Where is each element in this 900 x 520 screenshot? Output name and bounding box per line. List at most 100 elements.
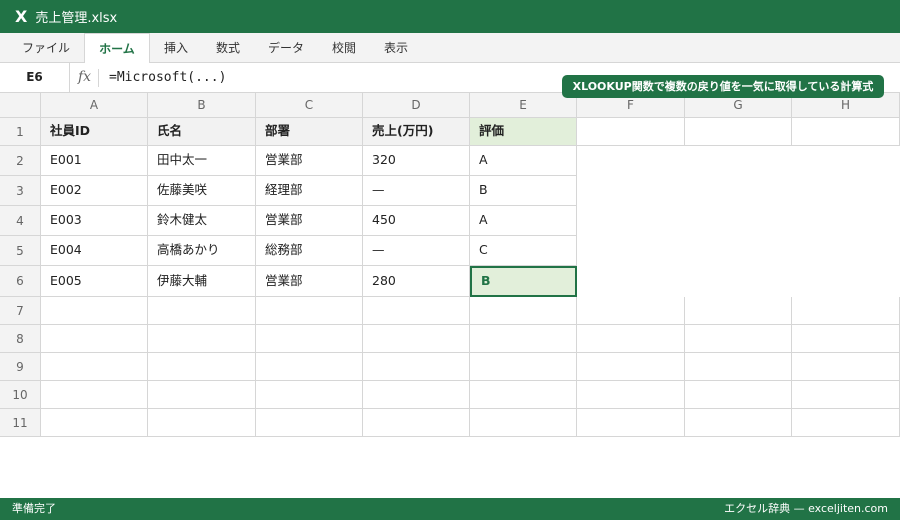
row-header-7[interactable]: 7 xyxy=(0,297,41,325)
empty-cell[interactable] xyxy=(577,325,685,353)
column-header-a[interactable]: A xyxy=(41,93,148,118)
empty-cell[interactable] xyxy=(148,325,256,353)
empty-cell[interactable] xyxy=(470,325,577,353)
empty-cell[interactable] xyxy=(685,353,792,381)
empty-cell[interactable] xyxy=(148,353,256,381)
empty-cell[interactable] xyxy=(685,381,792,409)
empty-cell[interactable] xyxy=(148,409,256,437)
function-icon[interactable]: fx xyxy=(78,63,91,92)
empty-cell[interactable] xyxy=(363,297,470,325)
header-cell-a[interactable]: 社員ID xyxy=(41,118,148,146)
data-cell[interactable]: E001 xyxy=(41,146,148,176)
empty-cell[interactable] xyxy=(256,353,363,381)
empty-cell[interactable] xyxy=(41,297,148,325)
data-cell[interactable]: 高橋あかり xyxy=(148,236,256,266)
column-header-e[interactable]: E xyxy=(470,93,577,118)
data-cell[interactable]: 450 xyxy=(363,206,470,236)
name-box[interactable]: E6 xyxy=(0,63,70,92)
cell-g1[interactable] xyxy=(685,118,792,146)
data-cell[interactable]: — xyxy=(363,236,470,266)
select-all-corner[interactable] xyxy=(0,93,41,118)
empty-cell[interactable] xyxy=(577,353,685,381)
empty-cell[interactable] xyxy=(256,381,363,409)
selected-cell[interactable]: B xyxy=(470,266,577,297)
empty-cell[interactable] xyxy=(363,381,470,409)
row-header-5[interactable]: 5 xyxy=(0,236,41,266)
empty-cell[interactable] xyxy=(363,409,470,437)
empty-cell[interactable] xyxy=(685,297,792,325)
empty-cell[interactable] xyxy=(256,325,363,353)
data-cell[interactable]: E004 xyxy=(41,236,148,266)
column-header-b[interactable]: B xyxy=(148,93,256,118)
tab-data[interactable]: データ xyxy=(256,33,316,63)
tab-file[interactable]: ファイル xyxy=(10,33,82,63)
header-cell-e[interactable]: 評価 xyxy=(470,118,577,146)
row-header-2[interactable]: 2 xyxy=(0,146,41,176)
data-cell[interactable]: 280 xyxy=(363,266,470,297)
empty-cell[interactable] xyxy=(470,297,577,325)
tab-insert[interactable]: 挿入 xyxy=(152,33,200,63)
data-cell[interactable]: 営業部 xyxy=(256,146,363,176)
data-cell[interactable]: A xyxy=(470,206,577,236)
empty-cell[interactable] xyxy=(470,381,577,409)
empty-cell[interactable] xyxy=(148,381,256,409)
header-cell-c[interactable]: 部署 xyxy=(256,118,363,146)
data-cell[interactable]: 伊藤大輔 xyxy=(148,266,256,297)
data-cell[interactable]: — xyxy=(363,176,470,206)
empty-cell[interactable] xyxy=(792,381,900,409)
data-cell[interactable]: 320 xyxy=(363,146,470,176)
empty-cell[interactable] xyxy=(41,353,148,381)
data-cell[interactable]: 佐藤美咲 xyxy=(148,176,256,206)
data-cell[interactable]: 営業部 xyxy=(256,266,363,297)
empty-cell[interactable] xyxy=(685,325,792,353)
empty-cell[interactable] xyxy=(363,353,470,381)
column-header-d[interactable]: D xyxy=(363,93,470,118)
data-cell[interactable]: E003 xyxy=(41,206,148,236)
data-cell[interactable]: 鈴木健太 xyxy=(148,206,256,236)
empty-cell[interactable] xyxy=(577,297,685,325)
empty-cell[interactable] xyxy=(256,409,363,437)
cell-h1[interactable] xyxy=(792,118,900,146)
tab-formulas[interactable]: 数式 xyxy=(204,33,252,63)
empty-cell[interactable] xyxy=(256,297,363,325)
row-header-6[interactable]: 6 xyxy=(0,266,41,297)
empty-cell[interactable] xyxy=(41,409,148,437)
tab-review[interactable]: 校閲 xyxy=(320,33,368,63)
data-cell[interactable]: 営業部 xyxy=(256,206,363,236)
empty-cell[interactable] xyxy=(577,381,685,409)
formula-input[interactable]: =Microsoft(...) xyxy=(109,63,226,92)
row-header-3[interactable]: 3 xyxy=(0,176,41,206)
empty-cell[interactable] xyxy=(148,297,256,325)
empty-cell[interactable] xyxy=(363,325,470,353)
row-header-4[interactable]: 4 xyxy=(0,206,41,236)
row-header-8[interactable]: 8 xyxy=(0,325,41,353)
data-cell[interactable]: B xyxy=(470,176,577,206)
empty-cell[interactable] xyxy=(792,409,900,437)
empty-cell[interactable] xyxy=(577,409,685,437)
header-cell-b[interactable]: 氏名 xyxy=(148,118,256,146)
row-header-10[interactable]: 10 xyxy=(0,381,41,409)
tab-view[interactable]: 表示 xyxy=(372,33,420,63)
empty-cell[interactable] xyxy=(685,409,792,437)
data-cell[interactable]: A xyxy=(470,146,577,176)
row-header-9[interactable]: 9 xyxy=(0,353,41,381)
data-cell[interactable]: 田中太一 xyxy=(148,146,256,176)
data-cell[interactable]: 総務部 xyxy=(256,236,363,266)
data-cell[interactable]: E005 xyxy=(41,266,148,297)
data-cell[interactable]: 経理部 xyxy=(256,176,363,206)
cell-f1[interactable] xyxy=(577,118,685,146)
column-header-c[interactable]: C xyxy=(256,93,363,118)
empty-cell[interactable] xyxy=(41,381,148,409)
tab-home[interactable]: ホーム xyxy=(84,33,150,63)
row-header-1[interactable]: 1 xyxy=(0,118,41,146)
empty-cell[interactable] xyxy=(41,325,148,353)
empty-cell[interactable] xyxy=(792,325,900,353)
empty-cell[interactable] xyxy=(470,409,577,437)
data-cell[interactable]: C xyxy=(470,236,577,266)
row-header-11[interactable]: 11 xyxy=(0,409,41,437)
empty-cell[interactable] xyxy=(470,353,577,381)
empty-cell[interactable] xyxy=(792,353,900,381)
header-cell-d[interactable]: 売上(万円) xyxy=(363,118,470,146)
data-cell[interactable]: E002 xyxy=(41,176,148,206)
empty-cell[interactable] xyxy=(792,297,900,325)
